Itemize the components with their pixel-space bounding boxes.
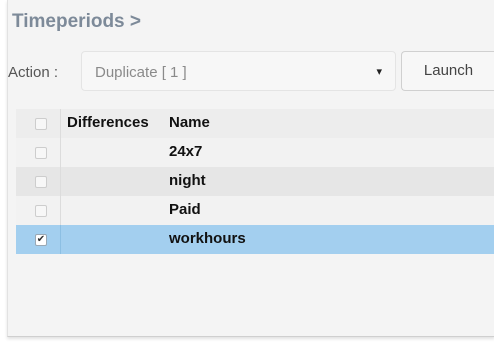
column-header-differences[interactable]: Differences [67, 114, 149, 131]
row-name[interactable]: Paid [169, 201, 201, 218]
row-checkbox[interactable] [35, 176, 47, 188]
select-all-cell [16, 109, 61, 138]
timeperiods-table: Differences Name 24x7 night Paid ✔ workh… [16, 109, 494, 254]
caret-down-icon: ▾ [376, 66, 382, 78]
action-select[interactable]: Duplicate [ 1 ] ▾ [81, 51, 396, 91]
row-name[interactable]: night [169, 172, 206, 189]
row-name[interactable]: 24x7 [169, 143, 202, 160]
row-name[interactable]: workhours [169, 230, 246, 247]
page-title[interactable]: Timeperiods > [12, 11, 141, 33]
action-label: Action : [8, 64, 59, 81]
row-check-cell [16, 138, 61, 167]
table-row-selected[interactable]: ✔ workhours [16, 225, 494, 254]
timeperiods-panel: Timeperiods > Action : Duplicate [ 1 ] ▾… [7, 0, 494, 337]
column-header-name[interactable]: Name [169, 114, 210, 131]
select-all-checkbox[interactable] [35, 118, 47, 130]
table-row[interactable]: night [16, 167, 494, 196]
table-row[interactable]: 24x7 [16, 138, 494, 167]
checkmark-icon: ✔ [36, 234, 46, 245]
row-check-cell [16, 167, 61, 196]
launch-button[interactable]: Launch [401, 51, 494, 91]
row-check-cell: ✔ [16, 225, 61, 254]
table-header-row: Differences Name [16, 109, 494, 138]
row-checkbox-checked[interactable]: ✔ [35, 234, 47, 246]
row-checkbox[interactable] [35, 205, 47, 217]
action-select-value: Duplicate [ 1 ] [95, 64, 187, 81]
table-row[interactable]: Paid [16, 196, 494, 225]
row-checkbox[interactable] [35, 147, 47, 159]
row-check-cell [16, 196, 61, 225]
